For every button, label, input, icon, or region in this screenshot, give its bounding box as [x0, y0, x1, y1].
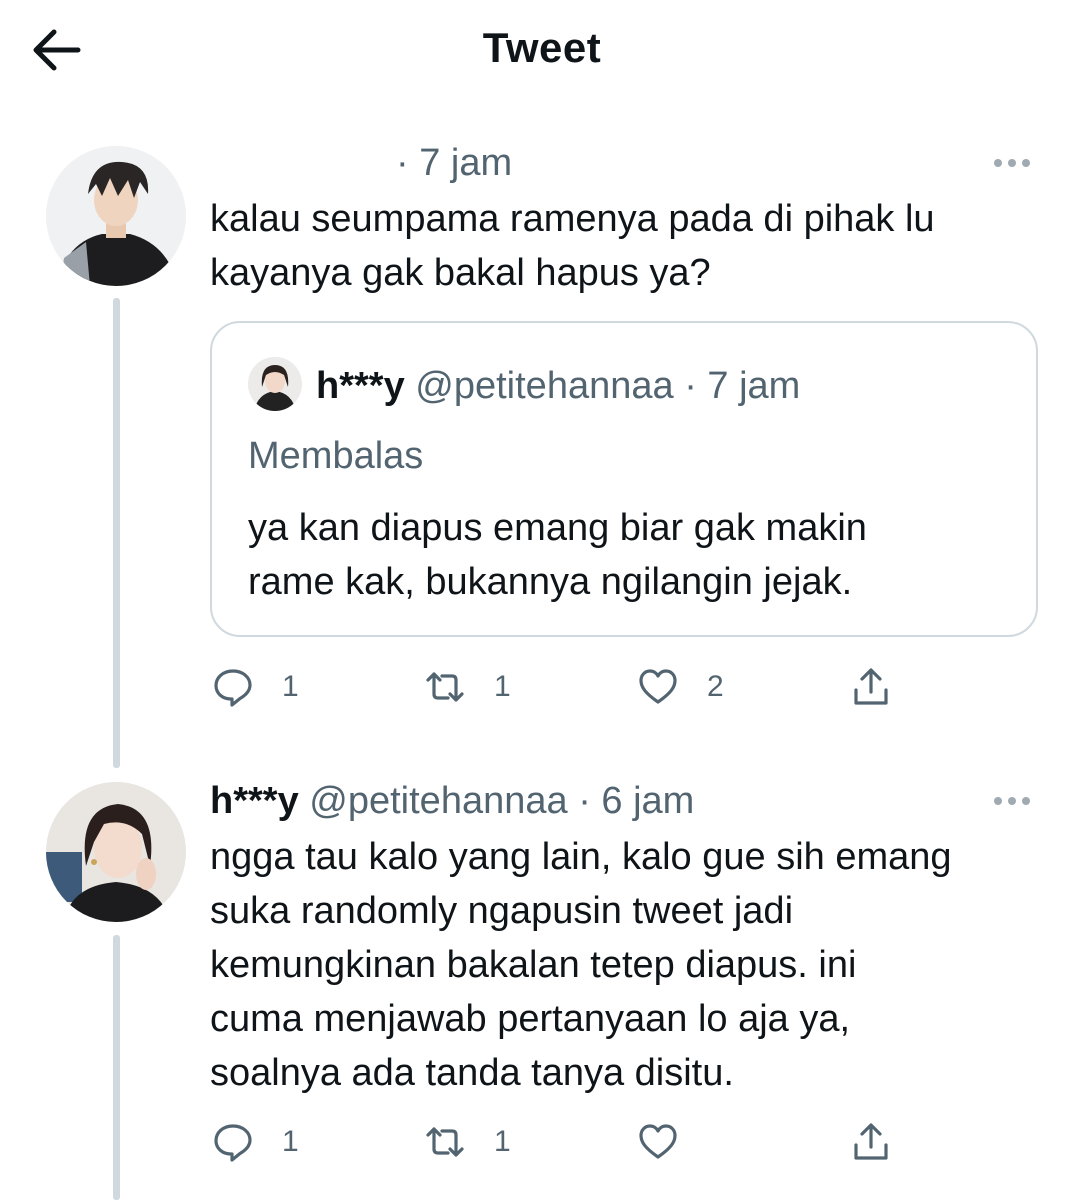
tweet-time[interactable]: · 7 jam: [396, 142, 512, 184]
quote-author-handle: @petitehannaa: [415, 365, 674, 407]
like-count: 2: [707, 670, 724, 703]
more-options-button[interactable]: [994, 154, 1040, 174]
retweet-count: 1: [494, 670, 511, 703]
reply-icon: [214, 1124, 252, 1162]
tweet-body: ngga tau kalo yang lain, kalo gue sih em…: [210, 836, 952, 1094]
thread-line: [113, 935, 120, 1200]
quoted-tweet-card[interactable]: h***y @petitehannaa · 7 jam Membalas ya …: [210, 321, 1038, 637]
tweet-meta: h***y @petitehannaa · 6 jam: [210, 780, 694, 823]
reply-icon: [214, 669, 252, 707]
quote-time: · 7 jam: [684, 365, 801, 407]
quote-body: ya kan diapus emang biar gak makin rame …: [248, 507, 867, 603]
avatar[interactable]: [46, 146, 186, 286]
more-dot: [994, 797, 1002, 805]
more-dot: [1008, 797, 1016, 805]
page-title: Tweet: [482, 24, 602, 71]
reply-count: 1: [282, 670, 299, 703]
retweet-button[interactable]: 1: [424, 1117, 511, 1167]
avatar-image: [46, 146, 186, 286]
thread-line: [113, 298, 120, 768]
reply-count: 1: [282, 1125, 299, 1158]
retweet-count: 1: [494, 1125, 511, 1158]
like-button[interactable]: [637, 1117, 707, 1167]
tweet-time[interactable]: · 6 jam: [578, 780, 694, 822]
more-options-button[interactable]: [994, 792, 1040, 812]
share-button[interactable]: [850, 662, 892, 712]
replying-label: Membalas: [248, 435, 424, 477]
author-handle[interactable]: @petitehannaa: [309, 780, 567, 822]
tweet-page: Tweet · 7 jam kalau seumpama ramenya pad…: [0, 0, 1084, 1200]
share-icon: [854, 1123, 888, 1160]
retweet-icon: [426, 1127, 464, 1157]
quote-author-name[interactable]: h***y: [316, 365, 405, 407]
heart-icon: [639, 669, 677, 704]
heart-icon: [639, 1124, 677, 1159]
reply-button[interactable]: 1: [212, 662, 299, 712]
avatar[interactable]: [46, 782, 186, 922]
header-bar: Tweet: [0, 0, 1084, 100]
tweet-body: kalau seumpama ramenya pada di pihak lu …: [210, 198, 935, 294]
tweet-actions: 1 1 2: [212, 662, 912, 712]
quote-avatar: [248, 357, 302, 411]
author-name[interactable]: h***y: [210, 780, 299, 822]
tweet-actions: 1 1: [212, 1117, 912, 1167]
more-dot: [994, 159, 1002, 167]
reply-button[interactable]: 1: [212, 1117, 299, 1167]
avatar-image: [248, 357, 302, 411]
like-button[interactable]: 2: [637, 662, 724, 712]
quote-meta: h***y @petitehannaa · 7 jam: [316, 365, 800, 408]
share-button[interactable]: [850, 1117, 892, 1167]
avatar-image: [46, 782, 186, 922]
share-icon: [854, 668, 888, 705]
retweet-icon: [426, 672, 464, 702]
tweet-meta: · 7 jam: [396, 142, 512, 185]
more-dot: [1022, 159, 1030, 167]
more-dot: [1022, 797, 1030, 805]
more-dot: [1008, 159, 1016, 167]
retweet-button[interactable]: 1: [424, 662, 511, 712]
